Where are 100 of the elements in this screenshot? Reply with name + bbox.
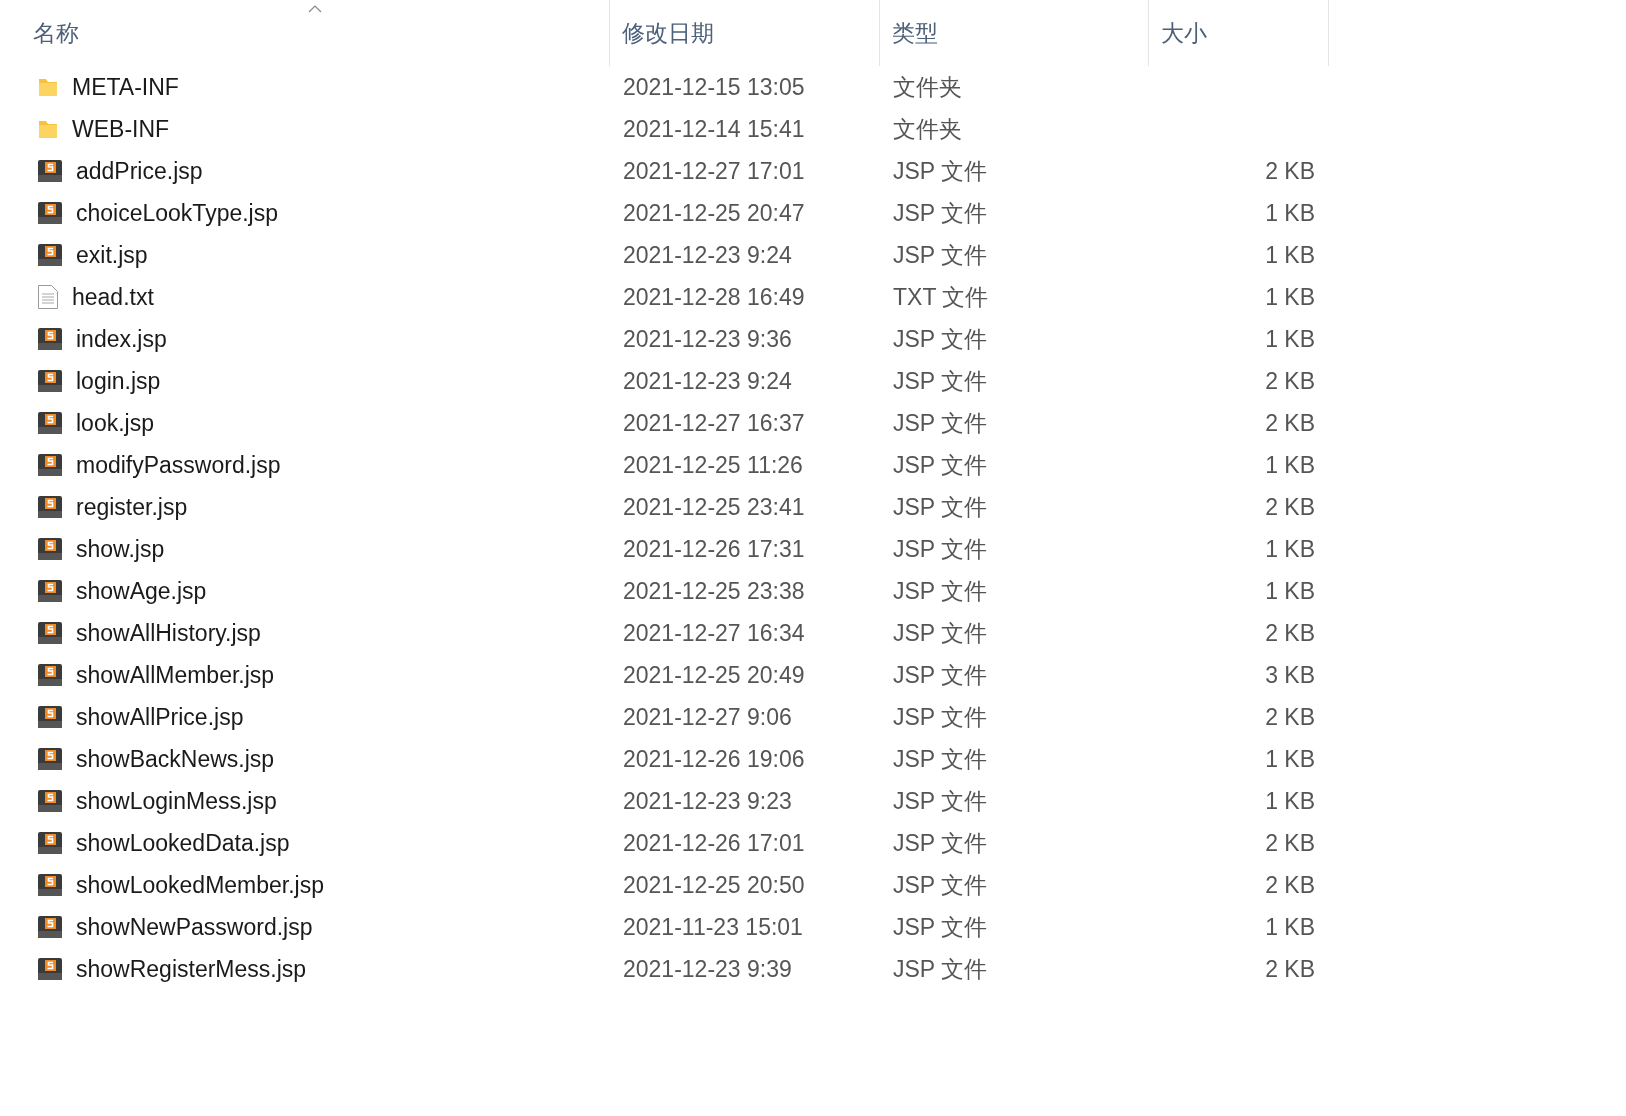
file-type: JSP 文件 xyxy=(893,577,988,604)
file-name[interactable]: META-INF xyxy=(72,69,179,105)
file-type: JSP 文件 xyxy=(893,787,988,814)
file-type: JSP 文件 xyxy=(893,913,988,940)
file-size: 1 KB xyxy=(1265,786,1315,816)
file-name[interactable]: addPrice.jsp xyxy=(76,153,203,189)
folder-icon xyxy=(37,76,59,98)
file-type: JSP 文件 xyxy=(893,157,988,184)
file-name[interactable]: showLookedMember.jsp xyxy=(76,867,325,903)
modified-date: 2021-12-26 17:31 xyxy=(623,535,805,562)
file-type: JSP 文件 xyxy=(893,241,988,268)
file-s-icon xyxy=(37,453,63,477)
file-type: 文件夹 xyxy=(893,73,962,100)
column-header[interactable]: 类型 xyxy=(892,15,938,51)
modified-date: 2021-12-15 13:05 xyxy=(623,73,805,100)
file-s-icon xyxy=(37,201,63,225)
modified-date: 2021-12-27 16:37 xyxy=(623,409,805,436)
folder-icon xyxy=(37,118,59,140)
column-header[interactable]: 大小 xyxy=(1161,15,1207,51)
file-s-icon xyxy=(37,957,63,981)
file-name[interactable]: showNewPassword.jsp xyxy=(76,909,313,945)
file-s-icon xyxy=(37,411,63,435)
file-type: JSP 文件 xyxy=(893,325,988,352)
modified-date: 2021-12-23 9:36 xyxy=(623,325,792,352)
file-name[interactable]: WEB-INF xyxy=(72,111,170,147)
file-type: JSP 文件 xyxy=(893,745,988,772)
file-s-icon xyxy=(37,243,63,267)
file-s-icon xyxy=(37,663,63,687)
modified-date: 2021-12-28 16:49 xyxy=(623,283,805,310)
file-s-icon xyxy=(37,915,63,939)
modified-date: 2021-12-26 19:06 xyxy=(623,745,805,772)
file-type: JSP 文件 xyxy=(893,619,988,646)
file-s-icon xyxy=(37,537,63,561)
file-name[interactable]: head.txt xyxy=(72,279,154,315)
modified-date: 2021-12-23 9:24 xyxy=(623,367,792,394)
file-type: JSP 文件 xyxy=(893,493,988,520)
file-name[interactable]: showLookedData.jsp xyxy=(76,825,290,861)
file-type: JSP 文件 xyxy=(893,829,988,856)
file-type: JSP 文件 xyxy=(893,871,988,898)
file-size: 1 KB xyxy=(1265,744,1315,774)
modified-date: 2021-12-25 20:50 xyxy=(623,871,805,898)
file-type: JSP 文件 xyxy=(893,409,988,436)
file-size: 2 KB xyxy=(1265,828,1315,858)
file-type: JSP 文件 xyxy=(893,703,988,730)
file-s-icon xyxy=(37,159,63,183)
modified-date: 2021-12-27 17:01 xyxy=(623,157,805,184)
file-s-icon xyxy=(37,495,63,519)
modified-date: 2021-12-27 16:34 xyxy=(623,619,805,646)
file-size: 2 KB xyxy=(1265,492,1315,522)
file-s-icon xyxy=(37,705,63,729)
file-name[interactable]: register.jsp xyxy=(76,489,188,525)
file-name[interactable]: showLoginMess.jsp xyxy=(76,783,277,819)
file-name[interactable]: showAllPrice.jsp xyxy=(76,699,244,735)
file-size: 2 KB xyxy=(1265,156,1315,186)
file-name[interactable]: show.jsp xyxy=(76,531,165,567)
file-name[interactable]: showRegisterMess.jsp xyxy=(76,951,307,987)
modified-date: 2021-12-25 23:41 xyxy=(623,493,805,520)
file-size: 2 KB xyxy=(1265,618,1315,648)
modified-date: 2021-12-25 20:49 xyxy=(623,661,805,688)
file-name[interactable]: exit.jsp xyxy=(76,237,148,273)
modified-date: 2021-11-23 15:01 xyxy=(623,913,803,940)
file-name[interactable]: choiceLookType.jsp xyxy=(76,195,278,231)
file-size: 1 KB xyxy=(1265,576,1315,606)
file-size: 2 KB xyxy=(1265,366,1315,396)
file-size: 1 KB xyxy=(1265,450,1315,480)
file-name[interactable]: look.jsp xyxy=(76,405,154,441)
file-size: 2 KB xyxy=(1265,408,1315,438)
file-s-icon xyxy=(37,747,63,771)
modified-date: 2021-12-27 9:06 xyxy=(623,703,792,730)
file-name[interactable]: showAllMember.jsp xyxy=(76,657,275,693)
file-s-icon xyxy=(37,369,63,393)
column-header[interactable]: 修改日期 xyxy=(622,15,714,51)
modified-date: 2021-12-25 20:47 xyxy=(623,199,805,226)
modified-date: 2021-12-23 9:23 xyxy=(623,787,792,814)
column-header[interactable]: 名称 xyxy=(33,15,79,51)
file-name[interactable]: showAge.jsp xyxy=(76,573,207,609)
file-name[interactable]: index.jsp xyxy=(76,321,167,357)
file-type: JSP 文件 xyxy=(893,535,988,562)
file-type: JSP 文件 xyxy=(893,451,988,478)
file-size: 1 KB xyxy=(1265,324,1315,354)
file-type: TXT 文件 xyxy=(893,283,989,310)
file-name[interactable]: showBackNews.jsp xyxy=(76,741,275,777)
file-size: 2 KB xyxy=(1265,870,1315,900)
text-document-icon xyxy=(37,284,59,310)
file-name[interactable]: login.jsp xyxy=(76,363,161,399)
file-name[interactable]: showAllHistory.jsp xyxy=(76,615,261,651)
file-type: 文件夹 xyxy=(893,115,962,142)
file-size: 1 KB xyxy=(1265,534,1315,564)
modified-date: 2021-12-14 15:41 xyxy=(623,115,805,142)
file-type: JSP 文件 xyxy=(893,955,988,982)
file-size: 1 KB xyxy=(1265,198,1315,228)
file-s-icon xyxy=(37,789,63,813)
file-name[interactable]: modifyPassword.jsp xyxy=(76,447,281,483)
modified-date: 2021-12-26 17:01 xyxy=(623,829,805,856)
modified-date: 2021-12-23 9:39 xyxy=(623,955,792,982)
file-s-icon xyxy=(37,327,63,351)
file-size: 1 KB xyxy=(1265,240,1315,270)
file-s-icon xyxy=(37,579,63,603)
file-size: 1 KB xyxy=(1265,282,1315,312)
modified-date: 2021-12-23 9:24 xyxy=(623,241,792,268)
